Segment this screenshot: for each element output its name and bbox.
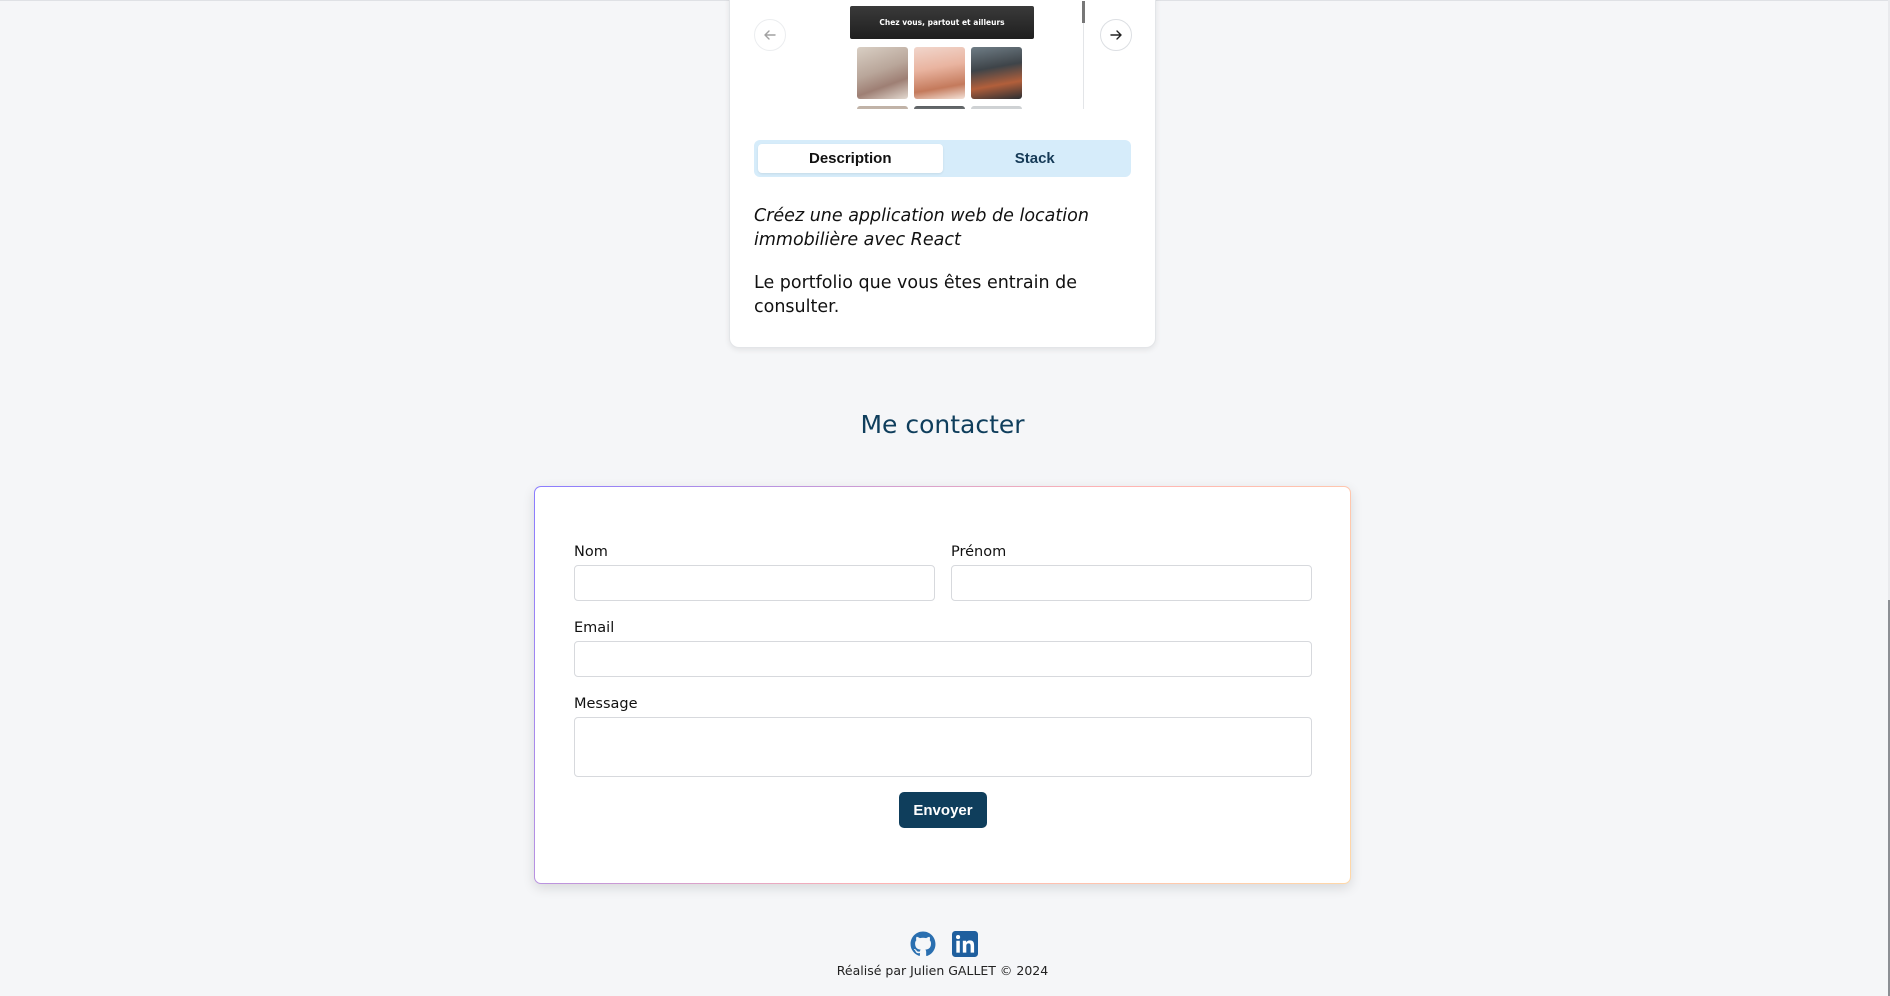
tab-stack[interactable]: Stack <box>943 144 1128 173</box>
footer-copyright: Réalisé par Julien GALLET © 2024 <box>836 963 1049 978</box>
contact-form: Nom Prénom Email Message Envoyer <box>534 486 1351 884</box>
prenom-input[interactable] <box>951 565 1312 601</box>
project-card: Chez vous, partout et ailleurs Descripti… <box>729 0 1156 348</box>
thumbnail <box>857 47 908 99</box>
contact-title: Me contacter <box>860 410 1025 439</box>
thumbnail <box>857 106 908 109</box>
email-input[interactable] <box>574 641 1312 677</box>
project-carousel: Chez vous, partout et ailleurs <box>730 1 1157 113</box>
social-links <box>910 931 978 957</box>
project-screenshot: Chez vous, partout et ailleurs <box>850 1 1034 109</box>
nom-input[interactable] <box>574 565 935 601</box>
project-tabs: Description Stack <box>754 140 1131 177</box>
tab-description[interactable]: Description <box>758 144 943 173</box>
thumbnail <box>914 47 965 99</box>
thumbnail-grid <box>856 47 1028 109</box>
arrow-left-icon <box>764 30 776 40</box>
linkedin-icon[interactable] <box>952 931 978 957</box>
slide-banner: Chez vous, partout et ailleurs <box>850 6 1034 39</box>
project-description: Le portfolio que vous êtes entrain de co… <box>754 273 1077 317</box>
send-button[interactable]: Envoyer <box>899 792 987 828</box>
slide-divider-marker <box>1082 1 1085 23</box>
prenom-label: Prénom <box>951 544 1007 560</box>
thumbnail <box>971 47 1022 99</box>
github-icon[interactable] <box>910 931 936 957</box>
nom-label: Nom <box>574 544 608 560</box>
email-label: Email <box>574 620 615 636</box>
carousel-prev-button[interactable] <box>754 19 786 51</box>
project-subtitle: Créez une application web de location im… <box>754 206 1089 250</box>
thumbnail <box>971 106 1022 109</box>
message-textarea[interactable] <box>574 717 1312 777</box>
arrow-right-icon <box>1110 30 1122 40</box>
message-label: Message <box>574 696 638 712</box>
thumbnail <box>914 106 965 109</box>
carousel-next-button[interactable] <box>1100 19 1132 51</box>
